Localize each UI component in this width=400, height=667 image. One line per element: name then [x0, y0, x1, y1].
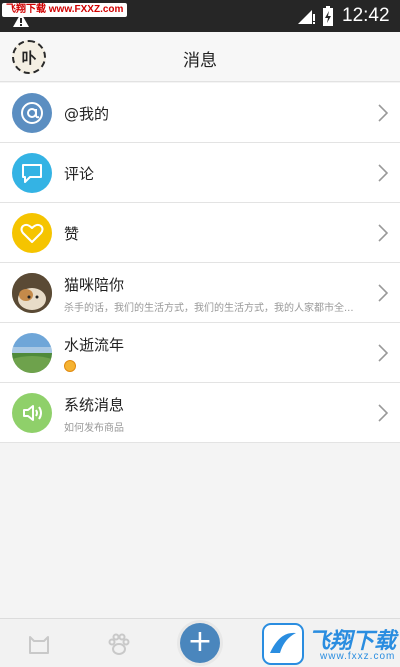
list-item-title: 系统消息 — [64, 396, 125, 414]
battery-icon — [323, 6, 333, 26]
speaker-icon — [12, 393, 52, 433]
page-title: 消息 — [183, 51, 217, 71]
watermark-url: www.fxxz.com — [320, 651, 396, 662]
warning-icon — [13, 13, 29, 27]
header: 卟 消息 — [0, 32, 400, 82]
watermark-logo: 飞翔下载 www.fxxz.com — [262, 621, 398, 667]
message-list: @我的 评论 赞 猫咪陪你 杀手的话，我们的生活方式，我们的生活方式，我的人家都… — [0, 83, 400, 443]
cat-tab-icon[interactable] — [26, 631, 52, 657]
status-clock: 12:42 — [342, 5, 390, 26]
chevron-right-icon — [378, 164, 388, 182]
list-item-preview: 如何发布商品 — [64, 423, 124, 434]
paw-tab-icon[interactable] — [106, 631, 132, 657]
list-item-chat-cat[interactable]: 猫咪陪你 杀手的话，我们的生活方式，我们的生活方式，我的人家都市全... — [0, 263, 400, 323]
list-item-title: 猫咪陪你 — [64, 276, 125, 294]
chevron-right-icon — [378, 284, 388, 302]
list-item-comments[interactable]: 评论 — [0, 143, 400, 203]
bottom-nav: + 飞翔下载 www.fxxz.com — [0, 618, 400, 667]
list-item-title: 水逝流年 — [64, 336, 125, 354]
list-item-system[interactable]: 系统消息 如何发布商品 — [0, 383, 400, 443]
comment-icon — [12, 153, 52, 193]
signal-icon — [298, 10, 315, 24]
cat-avatar — [12, 273, 52, 313]
heart-icon — [12, 213, 52, 253]
at-icon — [12, 93, 52, 133]
chevron-right-icon — [378, 104, 388, 122]
list-item-chat-landscape[interactable]: 水逝流年 — [0, 323, 400, 383]
landscape-avatar — [12, 333, 52, 373]
add-button[interactable]: + — [180, 623, 220, 663]
list-item-title: 赞 — [64, 225, 80, 243]
chevron-right-icon — [378, 404, 388, 422]
chevron-right-icon — [378, 344, 388, 362]
chevron-right-icon — [378, 224, 388, 242]
status-bar: 飞翔下载 www.FXXZ.com 12:42 — [0, 0, 400, 32]
list-item-title: 评论 — [64, 165, 95, 183]
list-item-title: @我的 — [64, 105, 110, 123]
list-item-preview: 杀手的话，我们的生活方式，我们的生活方式，我的人家都市全... — [64, 303, 354, 314]
emoji-icon — [64, 360, 76, 372]
list-item-mentions[interactable]: @我的 — [0, 83, 400, 143]
list-item-likes[interactable]: 赞 — [0, 203, 400, 263]
watermark-logo-icon — [262, 623, 304, 665]
